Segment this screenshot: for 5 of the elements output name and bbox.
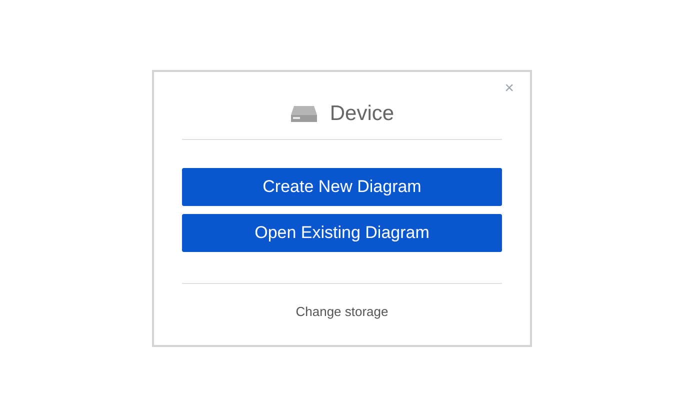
change-storage-link[interactable]: Change storage [296,304,388,319]
diagram-button[interactable]: Create New Diagram [182,168,502,206]
hard-drive-icon [290,104,318,124]
diagram-button[interactable]: Open Existing Diagram [182,214,502,252]
dialog-title: Device [330,102,394,126]
